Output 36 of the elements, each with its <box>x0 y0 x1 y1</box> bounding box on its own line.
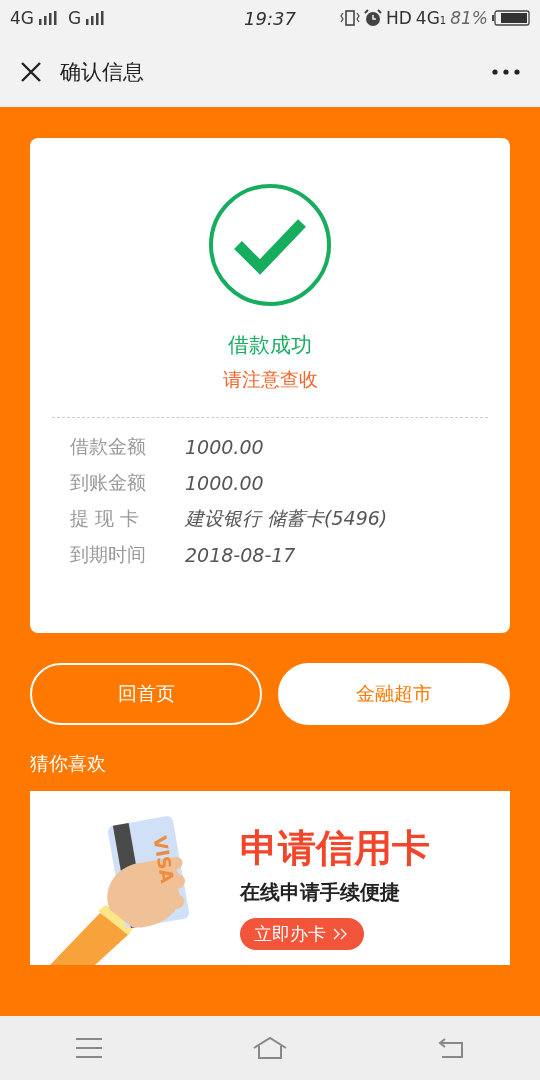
success-check-icon <box>208 183 332 307</box>
vibrate-icon <box>339 10 360 26</box>
detail-value: 1000.00 <box>185 436 264 458</box>
signal-icon <box>86 11 105 25</box>
signal-icon <box>39 11 57 25</box>
detail-label: 提 现 卡 <box>70 506 141 531</box>
section-heading: 猜你喜欢 <box>30 751 107 776</box>
battery-percent: 81% <box>450 8 488 28</box>
alarm-icon <box>363 9 382 27</box>
result-title: 借款成功 <box>228 332 312 359</box>
hd-indicator: HD <box>385 8 412 28</box>
detail-value: 1000.00 <box>185 472 264 494</box>
detail-value: 2018-08-17 <box>185 544 296 566</box>
close-icon[interactable] <box>20 60 42 83</box>
page-title: 确认信息 <box>60 58 145 86</box>
card-brand-text: VISA <box>149 834 179 885</box>
ad-banner[interactable]: VISA 申请信用卡 在线申请手续便捷 立即办卡 <box>30 791 510 965</box>
network-type: 4G <box>10 8 34 28</box>
detail-label: 到账金额 <box>70 470 147 495</box>
detail-label: 到期时间 <box>70 542 147 567</box>
network-type: 4G1 <box>415 8 447 28</box>
apply-button[interactable]: 立即办卡 <box>240 918 364 950</box>
banner-subtitle: 在线申请手续便捷 <box>240 879 401 906</box>
action-button[interactable]: 金融超市 <box>278 663 510 725</box>
battery-icon <box>492 10 530 26</box>
detail-label: 借款金额 <box>70 434 147 459</box>
menu-icon[interactable] <box>74 1037 103 1059</box>
back-icon[interactable] <box>437 1037 466 1059</box>
more-icon[interactable] <box>492 68 520 75</box>
result-subtitle: 请注意查收 <box>222 367 318 392</box>
home-icon[interactable] <box>252 1036 288 1060</box>
network-type: G <box>68 8 82 28</box>
action-button[interactable]: 回首页 <box>30 663 262 725</box>
clock: 19:37 <box>244 7 296 29</box>
detail-value: 建设银行 储蓄卡(5496) <box>185 506 388 531</box>
banner-title: 申请信用卡 <box>240 829 430 867</box>
